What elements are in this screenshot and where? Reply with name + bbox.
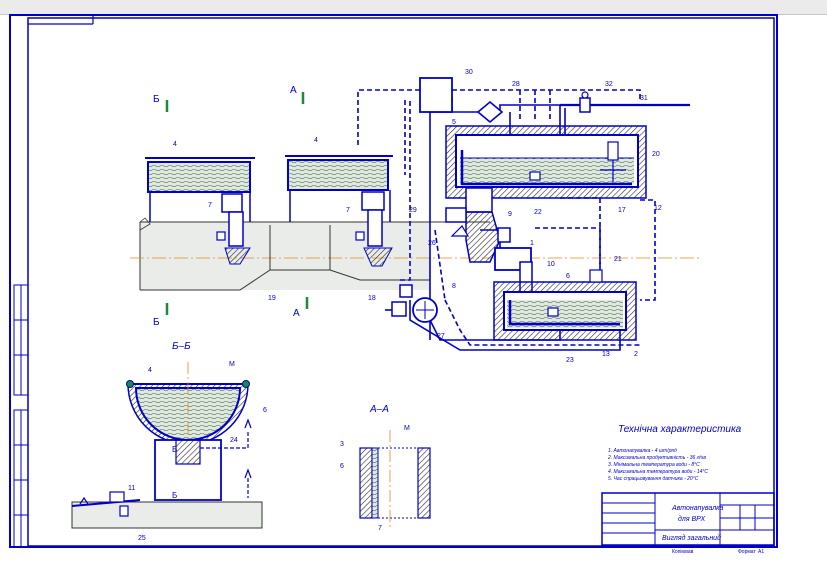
- section-mark-a-top: А: [290, 85, 297, 96]
- specs-item-5: 5. Час спрацьовування датчика - 20°С: [608, 476, 699, 482]
- callout-27: 27: [437, 333, 445, 340]
- inlet-valve: [579, 91, 591, 113]
- callout-7a: 7: [208, 202, 212, 209]
- callout-26: 26: [428, 240, 436, 247]
- section-bb-title: Б–Б: [172, 341, 191, 352]
- callout-31: 31: [640, 95, 648, 102]
- section-mark-b-bottom: Б: [153, 317, 160, 328]
- callout-23: 23: [566, 357, 574, 364]
- stamp-drawing-type: Вигляд загальний: [662, 534, 721, 542]
- callout-4b: 4: [314, 137, 318, 144]
- specs-title: Технічна характеристика: [618, 424, 742, 435]
- callout-6: 6: [566, 273, 570, 280]
- callout-12: 12: [654, 205, 662, 212]
- drawing-sheet: 4 4 7 7 29 19 18 8 26 27 30 28 32 31 5 2…: [9, 14, 778, 555]
- specs-item-4: 4. Максимальна температура води - 14°С: [608, 469, 708, 475]
- callout-5: 5: [452, 119, 456, 126]
- callout-9: 9: [508, 211, 512, 218]
- callout-4a: 4: [173, 141, 177, 148]
- callout-30: 30: [465, 69, 473, 76]
- callout-19: 19: [268, 295, 276, 302]
- bb-callout-m: М: [229, 361, 235, 368]
- bb-mark-b1: Б: [172, 445, 177, 454]
- callout-10: 10: [547, 261, 555, 268]
- callout-22: 22: [534, 209, 542, 216]
- callout-18: 18: [368, 295, 376, 302]
- callout-32: 32: [605, 81, 613, 88]
- floor-band: [130, 217, 700, 291]
- callout-8: 8: [452, 283, 456, 290]
- bb-callout-6: 6: [263, 407, 267, 414]
- lower-storage-tank: [493, 269, 637, 341]
- callout-7b: 7: [346, 207, 350, 214]
- specs-item-2: 2. Максимальна продуктивність - 36 л/хв: [607, 455, 706, 461]
- callout-17: 17: [618, 207, 626, 214]
- control-box: [419, 77, 453, 113]
- section-bb-view: Б–Б 4 М 6 24 Б Б 11 25: [71, 341, 267, 542]
- stamp-format-value: А1: [758, 549, 764, 555]
- upper-heating-tank: [445, 125, 647, 199]
- aa-callout-6: 6: [340, 463, 344, 470]
- stamp-copy: Копіював: [672, 549, 694, 555]
- callout-13: 13: [602, 351, 610, 358]
- left-side-stamp: [13, 284, 29, 548]
- section-mark-b-top: Б: [153, 94, 160, 105]
- stamp-name-line1: Автонапувалка: [671, 505, 723, 512]
- stamp-format: Формат: [738, 549, 756, 555]
- stamp-name-line2: для ВРХ: [678, 515, 706, 523]
- aa-callout-7: 7: [378, 525, 382, 532]
- bb-callout-4: 4: [148, 367, 152, 374]
- bb-callout-11: 11: [128, 485, 135, 492]
- callout-29: 29: [409, 207, 417, 214]
- section-mark-a-bottom: А: [293, 308, 300, 319]
- callout-28: 28: [512, 81, 520, 88]
- callout-21: 21: [614, 256, 622, 263]
- section-aa-view: А–А 3 6 М 7: [340, 404, 431, 532]
- callout-20: 20: [652, 151, 660, 158]
- aa-callout-3: 3: [340, 441, 344, 448]
- bb-mark-b2: Б: [172, 491, 177, 500]
- bb-callout-25: 25: [138, 535, 146, 542]
- bb-callout-24: 24: [230, 437, 238, 444]
- aa-callout-m: М: [404, 425, 410, 432]
- callout-1: 1: [530, 240, 534, 247]
- specs-item-1: 1. Автонапувалка - 4 шт/ряд: [608, 448, 677, 454]
- callout-2: 2: [634, 351, 638, 358]
- technical-specs: Технічна характеристика 1. Автонапувалка…: [607, 424, 742, 482]
- mixing-chamber: [445, 187, 501, 263]
- specs-item-3: 3. Мінімальна температура води - 8°С: [608, 462, 700, 468]
- section-aa-title: А–А: [369, 404, 389, 415]
